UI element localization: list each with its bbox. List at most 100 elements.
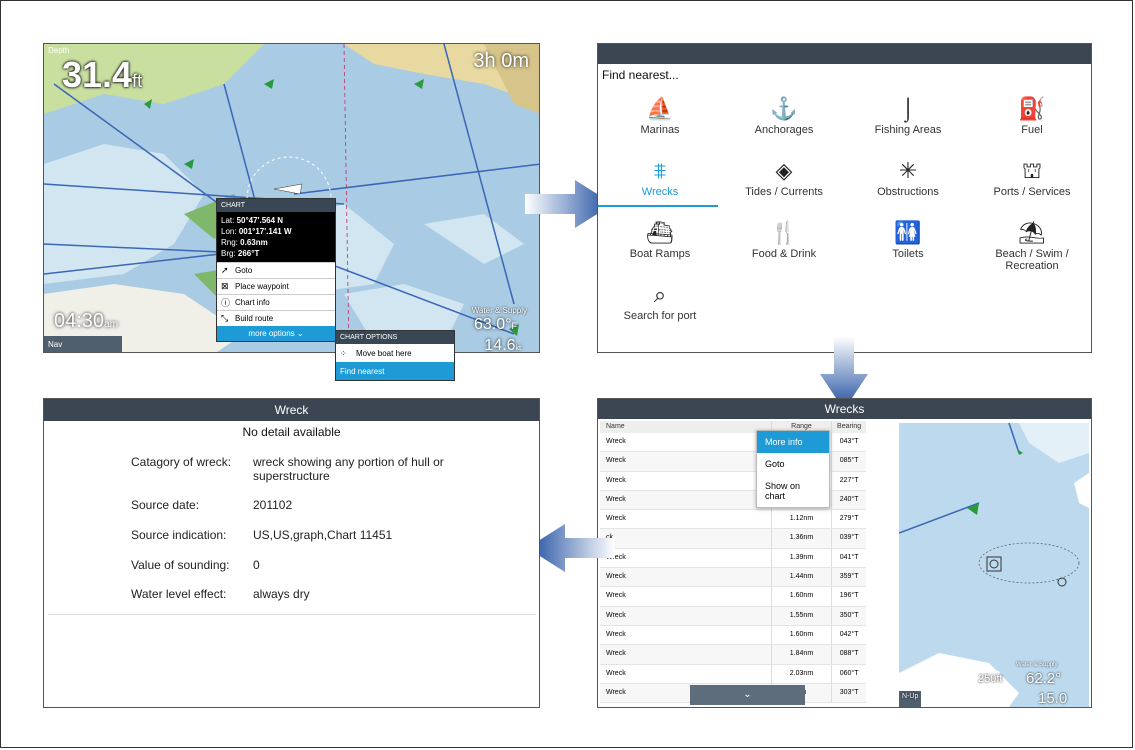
cell-bearing: 303°T: [831, 683, 866, 703]
cell-bearing: 043°T: [831, 433, 866, 452]
cell-range: 1.39nm: [770, 548, 832, 568]
find-anchorages[interactable]: ⚓ Anchorages: [722, 94, 846, 136]
depth-unit: ft: [132, 71, 143, 91]
chart-options-header: CHART OPTIONS: [336, 331, 454, 344]
table-row[interactable]: Wreck 1.60nm 042°T: [600, 625, 866, 646]
fish-hook-icon: ⌡: [901, 96, 915, 121]
cell-name: Wreck: [606, 630, 626, 638]
goto-label: Goto: [235, 266, 253, 275]
speed-value: 14.6: [484, 337, 516, 353]
find-nearest-label: Find nearest: [340, 366, 385, 376]
cell-range: 1.55nm: [770, 606, 832, 625]
find-fuel[interactable]: ⛽ Fuel: [970, 94, 1091, 136]
show-on-chart-item[interactable]: Show on chart: [757, 475, 829, 507]
boat-ramp-icon: ⛴: [646, 220, 674, 245]
table-row[interactable]: Wreck 1.39nm 041°T: [600, 548, 866, 569]
find-obstructions[interactable]: ✳ Obstructions: [846, 156, 970, 198]
wreck-detail-panel: Wreck No detail available Catagory of wr…: [43, 398, 540, 708]
detail-label: Catagory of wreck:: [131, 455, 232, 469]
table-row[interactable]: Wreck 1.44nm 359°T: [600, 568, 866, 588]
rng-label: Rng:: [221, 238, 238, 247]
map-temp: 62.2°: [1026, 670, 1062, 687]
wrecks-selection-underline: [598, 205, 718, 207]
col-name-header: Name: [606, 423, 625, 430]
chart-info-menu-item[interactable]: ⓘ Chart info: [217, 294, 335, 310]
cell-bearing: 350°T: [831, 606, 866, 625]
chart-info-label: Chart info: [235, 298, 270, 307]
brg-label: Brg:: [221, 249, 236, 258]
move-boat-here-item[interactable]: ⁘ Move boat here: [336, 344, 454, 362]
search-for-port[interactable]: ⌕ Search for port: [598, 280, 722, 322]
goto-item[interactable]: Goto: [757, 453, 829, 475]
context-menu-header: CHART: [217, 199, 335, 212]
detail-label: Water level effect:: [131, 587, 227, 601]
obstructions-label: Obstructions: [877, 186, 939, 198]
cell-name: Wreck: [606, 438, 626, 445]
port-icon: ⛫: [1021, 158, 1043, 183]
cell-name: Wreck: [606, 669, 626, 677]
find-ports-services[interactable]: ⛫ Ports / Services: [970, 156, 1091, 198]
find-beach-swim-recreation[interactable]: ⛱ Beach / Swim / Recreation: [970, 218, 1091, 272]
tides-currents-label: Tides / Currents: [745, 186, 823, 198]
find-wrecks[interactable]: ⩨ Wrecks: [598, 156, 722, 198]
cell-name: Wreck: [606, 611, 626, 619]
expand-list-button[interactable]: ⌄: [690, 685, 805, 705]
find-food-drink[interactable]: 🍴 Food & Drink: [722, 218, 846, 260]
find-marinas[interactable]: ⛵ Marinas: [598, 94, 722, 136]
table-row[interactable]: Wreck 1.55nm 350°T: [600, 606, 866, 626]
more-info-item[interactable]: More info: [757, 431, 829, 453]
speed-readout: 14.6kt: [484, 337, 521, 353]
eta-readout: 3h 0m: [473, 50, 529, 72]
detail-value: US,US,graph,Chart 11451: [253, 528, 393, 542]
find-boat-ramps[interactable]: ⛴ Boat Ramps: [598, 218, 722, 260]
table-row[interactable]: Wreck 1.12nm 279°T: [600, 510, 866, 530]
wreck-icon: ⩨: [653, 158, 667, 183]
cell-name: Wreck: [606, 650, 626, 658]
detail-divider: [48, 614, 536, 615]
cell-name: Wreck: [606, 457, 626, 465]
table-row[interactable]: Wreck 1.84nm 088°T: [600, 645, 866, 665]
place-waypoint-menu-item[interactable]: ⊠ Place waypoint: [217, 278, 335, 294]
find-tides-currents[interactable]: ◈ Tides / Currents: [722, 156, 846, 198]
more-options-button[interactable]: more options ⌄: [217, 326, 335, 341]
col-bearing-header: Bearing: [831, 421, 866, 433]
find-nearest-item[interactable]: Find nearest: [336, 362, 454, 380]
table-row[interactable]: Wreck 1.60nm 196°T: [600, 587, 866, 607]
find-fishing-areas[interactable]: ⌡ Fishing Areas: [846, 94, 970, 136]
cell-name: Wreck: [606, 573, 626, 581]
chart-bottom-bar[interactable]: Nav: [44, 336, 122, 352]
chevron-down-icon: ⌄: [743, 689, 752, 700]
move-boat-icon: ⁘: [340, 348, 347, 358]
water-temp-value: 63.0°: [473, 316, 512, 333]
table-row[interactable]: ck 1.36nm 039°T: [600, 529, 866, 549]
cell-range: 1.60nm: [770, 625, 832, 645]
lat-value: 50°47'.564 N: [236, 216, 284, 225]
cell-bearing: 227°T: [831, 471, 866, 490]
beach-umbrella-icon: ⛱: [1018, 220, 1046, 245]
beach-label: Beach / Swim / Recreation: [995, 248, 1069, 272]
cell-range: 2.03nm: [770, 664, 832, 683]
fuel-label: Fuel: [1021, 124, 1043, 136]
build-route-menu-item[interactable]: ⤡ Build route: [217, 310, 335, 326]
cell-bearing: 196°T: [831, 587, 866, 606]
position-info: Lat: 50°47'.564 N Lon: 001°17'.141 W Rng…: [217, 212, 335, 262]
find-toilets[interactable]: 🚻 Toilets: [846, 218, 970, 260]
detail-value: 0: [253, 558, 260, 572]
cell-bearing: 060°T: [831, 664, 866, 683]
table-row[interactable]: Wreck 2.03nm 060°T: [600, 664, 866, 684]
info-icon: ⓘ: [221, 298, 231, 308]
rng-value: 0.63nm: [240, 238, 268, 247]
move-boat-label: Move boat here: [356, 348, 412, 358]
cell-name: Wreck: [606, 476, 626, 484]
food-icon: 🍴: [770, 220, 798, 245]
chevron-down-icon: ⌄: [296, 329, 304, 338]
goto-menu-item[interactable]: ➚ Goto: [217, 262, 335, 278]
goto-icon: ➚: [221, 265, 229, 275]
search-icon: ⌕: [653, 282, 667, 307]
wrecks-map[interactable]: [899, 423, 1089, 707]
cell-bearing: 085°T: [831, 452, 866, 471]
cell-bearing: 359°T: [831, 568, 866, 587]
lon-value: 001°17'.141 W: [238, 227, 292, 236]
place-waypoint-label: Place waypoint: [235, 282, 289, 291]
map-bottom-label[interactable]: N-Up: [902, 693, 918, 700]
